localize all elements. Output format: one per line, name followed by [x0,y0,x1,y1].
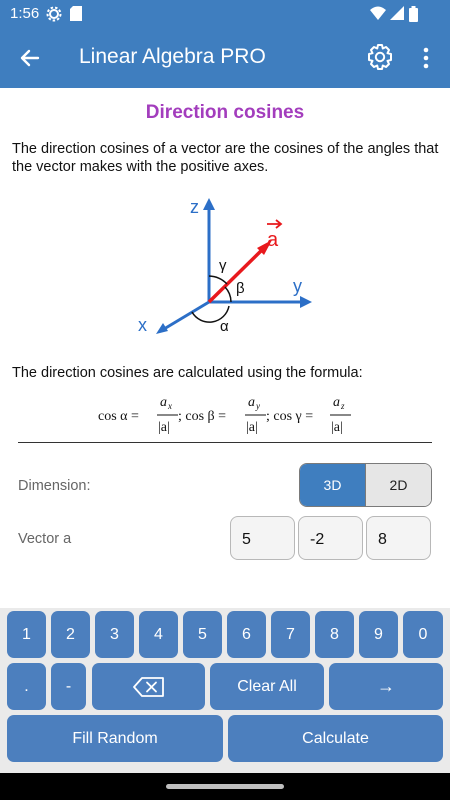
az-subscript: z [340,401,345,411]
status-bar: 1:56 [0,0,450,28]
intro-text: The direction cosines of a vector are th… [12,141,439,175]
formula-intro-text: The direction cosines are calculated usi… [12,365,363,381]
sd-card-icon [70,6,82,21]
gamma-denominator: |a| [331,420,343,435]
ax-subscript: x [167,401,172,411]
content-area: Direction cosines The direction cosines … [0,88,450,608]
cos-gamma-term: ; cos γ = [266,409,313,424]
z-axis-arrow [203,198,215,210]
alpha-label: α [220,318,229,335]
app-bar: Linear Algebra PRO [0,28,450,88]
backspace-icon [132,676,164,697]
next-field-button[interactable]: → [329,663,443,710]
page-heading: Direction cosines [145,102,305,123]
vector-a-label: a [267,229,279,251]
dimension-2d-button[interactable]: 2D [365,464,431,506]
fill-random-button[interactable]: Fill Random [7,715,223,762]
key-8[interactable]: 8 [315,611,354,658]
vector-a-z-input[interactable]: 8 [366,516,431,560]
key-5[interactable]: 5 [183,611,222,658]
direction-cosines-formula: cos α = a x |a| ; cos β = a y |a| ; cos … [98,395,351,435]
key-9[interactable]: 9 [359,611,398,658]
settings-status-icon [46,6,62,22]
key-2[interactable]: 2 [51,611,90,658]
x-axis-label: x [138,315,147,335]
divider [18,442,432,443]
dimension-toggle: 3D 2D [299,463,432,507]
key-7[interactable]: 7 [271,611,310,658]
key-0[interactable]: 0 [403,611,443,658]
x-axis [163,300,210,331]
battery-icon [409,6,418,22]
key-4[interactable]: 4 [139,611,178,658]
home-gesture-pill[interactable] [166,784,284,789]
alpha-denominator: |a| [158,420,170,435]
ax-numerator: a [160,395,167,410]
az-numerator: a [333,395,340,410]
key-3[interactable]: 3 [95,611,134,658]
ay-subscript: y [255,401,260,411]
gamma-label: γ [219,257,227,274]
key-1[interactable]: 1 [7,611,46,658]
y-axis-label: y [293,276,302,296]
ay-numerator: a [248,395,255,410]
beta-arc [224,286,232,303]
gamma-arc [208,275,228,285]
z-axis-label: z [190,197,199,217]
beta-denominator: |a| [246,420,258,435]
dimension-3d-button[interactable]: 3D [300,464,365,506]
cos-beta-term: ; cos β = [178,409,226,424]
vector-a-y-input[interactable]: -2 [298,516,363,560]
system-nav-bar [0,773,450,800]
key-dot[interactable]: . [7,663,46,710]
gear-icon[interactable] [365,42,395,72]
app-title: Linear Algebra PRO [79,45,266,68]
status-time: 1:56 [10,5,40,22]
y-axis-arrow [300,296,312,308]
more-options-icon[interactable] [416,44,436,72]
signal-icon [390,6,404,20]
vector-a-label-arrow [267,219,283,229]
key-6[interactable]: 6 [227,611,266,658]
calculate-button[interactable]: Calculate [228,715,443,762]
numeric-keyboard: 1 2 3 4 5 6 7 8 9 0 . - Clear All → Fill… [0,608,450,773]
dimension-label: Dimension: [18,478,91,494]
key-minus[interactable]: - [51,663,86,710]
cos-alpha-term: cos α = [98,409,139,424]
beta-label: β [236,280,245,297]
backspace-button[interactable] [92,663,205,710]
wifi-icon [370,6,386,20]
clear-all-button[interactable]: Clear All [210,663,324,710]
direction-cosines-diagram: z y x a γ β α [138,197,312,335]
vector-a-label-text: Vector a [18,531,72,547]
back-arrow-icon[interactable] [16,44,46,72]
vector-a-x-input[interactable]: 5 [230,516,295,560]
x-axis-arrow [156,323,168,334]
